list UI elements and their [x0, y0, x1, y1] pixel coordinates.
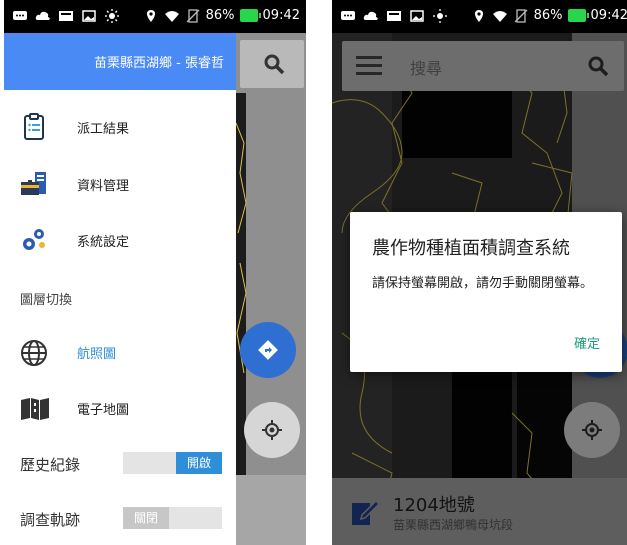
menu-item-data-management[interactable]: 資料管理 [4, 160, 236, 210]
my-location-button[interactable] [244, 402, 300, 458]
toggle-state: 關閉 [123, 507, 169, 529]
layer-section-title: 圖層切換 [20, 293, 73, 308]
cloud-icon [363, 11, 378, 20]
directions-button[interactable] [240, 322, 296, 378]
toggle-label: 調查軌跡 [20, 511, 81, 529]
wifi-icon [492, 10, 507, 22]
history-record-toggle[interactable]: 開啟 [123, 452, 222, 474]
clock: 09:42 [590, 8, 627, 23]
history-record-row: 歷史紀錄 開啟 [4, 445, 236, 485]
status-bar: 86% 09:42 [332, 0, 627, 33]
brightness-icon [105, 9, 119, 23]
battery-percent: 86% [533, 8, 563, 23]
menu-item-label: 資料管理 [77, 179, 130, 194]
cloud-icon [35, 11, 50, 20]
chat-icon [341, 11, 355, 20]
layer-item-label: 電子地圖 [77, 403, 130, 418]
menu-item-label: 派工結果 [77, 122, 130, 137]
search-icon [264, 54, 285, 75]
my-location-icon [262, 420, 282, 440]
no-sim-icon [186, 8, 200, 23]
location-icon [474, 9, 483, 22]
phone-screen-dialog: 86% 09:42 搜尋 1204地號 苗栗縣西湖鄉鴨母坑段 農作物種植面積調查… [332, 0, 627, 545]
clipboard-icon [24, 113, 44, 140]
dialog-message: 請保持螢幕開啟，請勿手動關閉螢幕。 [372, 276, 594, 291]
battery-charging-icon [567, 9, 589, 22]
layer-item-label: 航照圖 [77, 347, 117, 362]
gears-icon [23, 229, 45, 250]
alert-dialog: 農作物種植面積調查系統 請保持螢幕開啟，請勿手動關閉螢幕。 確定 [350, 212, 622, 372]
map-icon [21, 398, 49, 420]
toggle-state: 開啟 [176, 452, 222, 474]
mail-icon [387, 11, 401, 21]
user-region-name: 苗栗縣西湖鄉 - 張睿哲 [94, 56, 224, 71]
image-icon [410, 10, 424, 22]
layer-item-electronic-map[interactable]: 電子地圖 [4, 384, 236, 434]
status-bar: 86% 09:42 [4, 0, 306, 33]
layer-item-aerial[interactable]: 航照圖 [4, 328, 236, 378]
directions-icon [258, 340, 278, 360]
menu-item-system-settings[interactable]: 系統設定 [4, 216, 236, 266]
menu-item-label: 系統設定 [77, 235, 130, 250]
menu-item-dispatch-results[interactable]: 派工結果 [4, 103, 236, 153]
battery-charging-icon [239, 9, 261, 22]
image-icon [82, 10, 96, 22]
search-button[interactable] [240, 40, 304, 88]
clock: 09:42 [262, 8, 300, 23]
battery-percent: 86% [205, 8, 235, 23]
no-sim-icon [514, 8, 528, 23]
brightness-icon [433, 9, 447, 23]
database-icon [21, 172, 46, 195]
survey-track-row: 調查軌跡 關閉 [4, 500, 236, 540]
survey-track-toggle[interactable]: 關閉 [123, 507, 222, 529]
mail-icon [59, 11, 73, 21]
drawer-header: 苗栗縣西湖鄉 - 張睿哲 [4, 33, 236, 90]
chat-icon [13, 11, 27, 20]
toggle-label: 歷史紀錄 [20, 456, 81, 474]
dialog-title: 農作物種植面積調查系統 [372, 238, 570, 259]
phone-screen-drawer: 86% 09:42 苗栗縣西湖鄉 - 張睿哲 派工結果 資料管理 系統設定 圖層… [4, 0, 306, 545]
globe-icon [21, 340, 47, 366]
navigation-drawer: 苗栗縣西湖鄉 - 張睿哲 派工結果 資料管理 系統設定 圖層切換 航照圖 電子地… [4, 33, 236, 545]
dialog-ok-button[interactable]: 確定 [574, 333, 600, 352]
location-icon [146, 9, 155, 22]
wifi-icon [164, 10, 179, 22]
